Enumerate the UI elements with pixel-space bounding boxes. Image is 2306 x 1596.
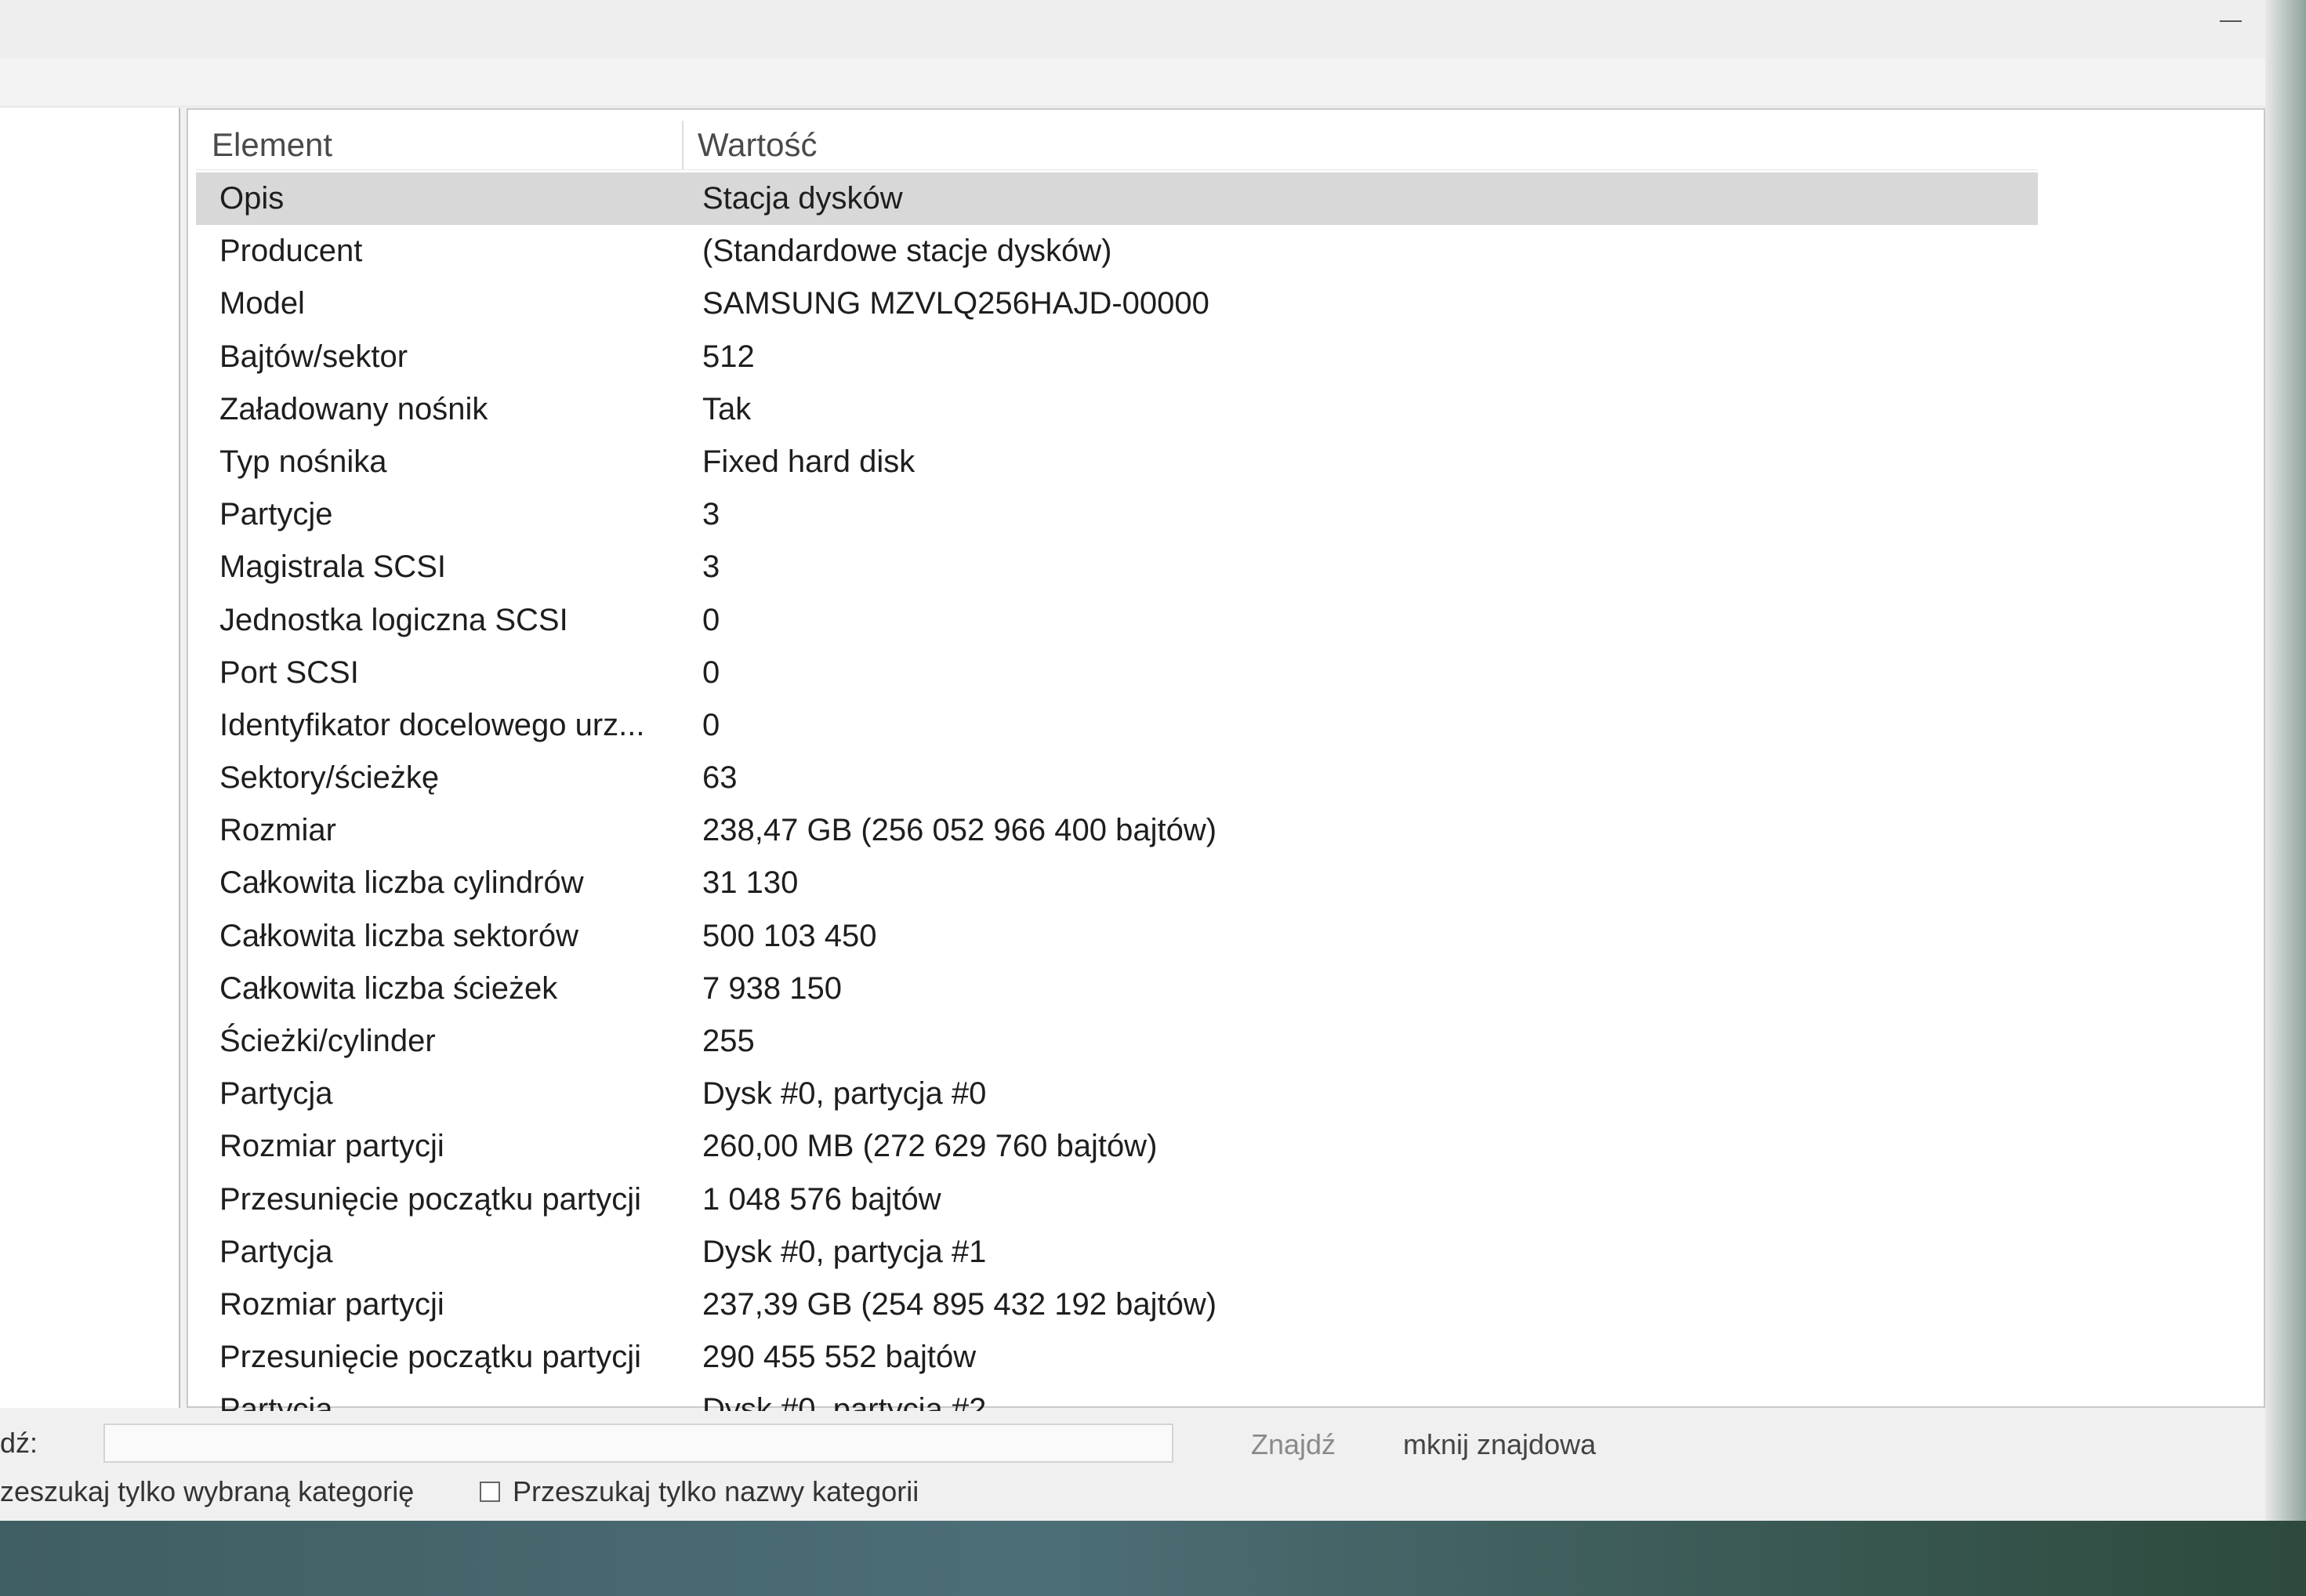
row-element-name: Przesunięcie początku partycji <box>219 1340 642 1375</box>
find-button[interactable]: Znajdź <box>1238 1425 1348 1464</box>
row-value: Dysk #0, partycja #0 <box>702 1076 987 1112</box>
row-element-name: Załadowany nośnik <box>219 391 488 426</box>
category-tree-pane[interactable] <box>0 108 180 1408</box>
row-element-name: Rozmiar partycji <box>219 1129 444 1164</box>
row-value: 0 <box>702 655 720 690</box>
row-value: Tak <box>702 391 752 426</box>
table-row[interactable]: Typ nośnika Fixed hard disk <box>196 436 2250 488</box>
table-row[interactable]: Załadowany nośnik Tak <box>196 383 2250 436</box>
row-value: 1 048 576 bajtów <box>702 1181 941 1217</box>
row-value: 0 <box>702 707 720 742</box>
row-element-name: Rozmiar <box>219 813 336 848</box>
column-header-element[interactable]: Element <box>212 121 683 169</box>
row-value: SAMSUNG MZVLQ256HAJD-00000 <box>702 286 1209 321</box>
row-value: Dysk #0, partycja #1 <box>702 1234 987 1269</box>
find-input[interactable] <box>103 1424 1173 1463</box>
row-value: 237,39 GB (254 895 432 192 bajtów) <box>702 1286 1217 1322</box>
row-value: 260,00 MB (272 629 760 bajtów) <box>702 1129 1158 1164</box>
row-element-name: Partycja <box>219 1076 333 1112</box>
row-element-name: Przesunięcie początku partycji <box>219 1181 642 1217</box>
row-value: Fixed hard disk <box>702 444 916 479</box>
row-value: 31 130 <box>702 865 799 901</box>
close-find-button[interactable]: mknij znajdowa <box>1403 1425 1623 1464</box>
row-element-name: Bajtów/sektor <box>219 339 408 374</box>
row-value: 500 103 450 <box>702 918 877 953</box>
table-row[interactable]: Przesunięcie początku partycji 1 048 576 … <box>196 1173 2250 1226</box>
table-row[interactable]: Rozmiar partycji 260,00 MB (272 629 760 b… <box>196 1120 2250 1173</box>
search-category-names-checkbox[interactable] <box>480 1482 500 1502</box>
table-row[interactable]: Producent (Standardowe stacje dysków) <box>196 225 2250 277</box>
table-row[interactable]: Przesunięcie początku partycji 290 455 55… <box>196 1331 2250 1384</box>
row-element-name: Rozmiar partycji <box>219 1286 444 1322</box>
table-row[interactable]: Magistrala SCSI 3 <box>196 541 2250 593</box>
column-header: Element Wartość <box>196 121 2038 170</box>
row-element-name: Partycje <box>219 497 333 532</box>
details-list[interactable]: Element Wartość Opis Stacja dysków Produce… <box>187 108 2265 1533</box>
row-value: 0 <box>702 602 720 637</box>
table-row[interactable]: Rozmiar 238,47 GB (256 052 966 400 bajtów… <box>196 804 2250 857</box>
row-value: Stacja dysków <box>702 181 903 216</box>
row-element-name: Całkowita liczba cylindrów <box>219 865 584 901</box>
system-information-window: Element Wartość Opis Stacja dysków Produce… <box>0 0 2265 1533</box>
row-element-name: Port SCSI <box>219 655 359 690</box>
find-label: dź: <box>0 1427 38 1459</box>
background-desk <box>0 1521 2306 1596</box>
find-bar: dź: Znajdź mknij znajdowa zeszukaj tylko… <box>0 1411 2265 1521</box>
table-row[interactable]: Całkowita liczba ścieżek 7 938 150 <box>196 963 2250 1015</box>
title-bar <box>0 0 2265 59</box>
row-element-name: Producent <box>219 234 363 269</box>
table-row[interactable]: Partycje 3 <box>196 488 2250 541</box>
row-value: 3 <box>702 497 720 532</box>
row-element-name: Typ nośnika <box>219 444 387 479</box>
row-value: 7 938 150 <box>702 970 842 1006</box>
row-element-name: Jednostka logiczna SCSI <box>219 602 568 637</box>
table-row[interactable]: Partycja Dysk #0, partycja #1 <box>196 1226 2250 1279</box>
table-row[interactable]: Ścieżki/cylinder 255 <box>196 1015 2250 1068</box>
row-value: 3 <box>702 550 720 585</box>
column-header-value[interactable]: Wartość <box>698 121 817 169</box>
table-row[interactable]: Identyfikator docelowego urz... 0 <box>196 699 2250 752</box>
row-value: (Standardowe stacje dysków) <box>702 234 1112 269</box>
table-row[interactable]: Port SCSI 0 <box>196 647 2250 699</box>
search-selected-category-checkbox-label[interactable]: zeszukaj tylko wybraną kategorię <box>0 1475 414 1508</box>
row-value: 238,47 GB (256 052 966 400 bajtów) <box>702 813 1217 848</box>
row-element-name: Ścieżki/cylinder <box>219 1024 436 1058</box>
row-value: 63 <box>702 760 738 796</box>
menu-bar <box>0 59 2265 107</box>
minimize-icon[interactable] <box>2220 20 2242 22</box>
row-element-name: Całkowita liczba sektorów <box>219 918 578 953</box>
table-row[interactable]: Całkowita liczba cylindrów 31 130 <box>196 857 2250 909</box>
row-element-name: Opis <box>219 181 285 216</box>
row-element-name: Całkowita liczba ścieżek <box>219 970 558 1006</box>
screen-edge <box>2265 0 2306 1521</box>
search-category-names-label[interactable]: Przeszukaj tylko nazwy kategorii <box>513 1475 919 1508</box>
row-element-name: Magistrala SCSI <box>219 550 446 585</box>
table-row[interactable]: Opis Stacja dysków <box>196 172 2038 226</box>
row-value: 290 455 552 bajtów <box>702 1340 977 1375</box>
row-element-name: Sektory/ścieżkę <box>219 760 440 796</box>
row-value: 512 <box>702 339 755 374</box>
table-row[interactable]: Jednostka logiczna SCSI 0 <box>196 594 2250 647</box>
table-row[interactable]: Partycja Dysk #0, partycja #0 <box>196 1068 2250 1120</box>
row-value: 255 <box>702 1024 755 1058</box>
table-row[interactable]: Bajtów/sektor 512 <box>196 331 2250 383</box>
details-rows: Opis Stacja dysków Producent (Standardowe s… <box>196 172 2250 1542</box>
table-row[interactable]: Całkowita liczba sektorów 500 103 450 <box>196 910 2250 963</box>
table-row[interactable]: Sektory/ścieżkę 63 <box>196 752 2250 804</box>
row-element-name: Model <box>219 286 305 321</box>
table-row[interactable]: Rozmiar partycji 237,39 GB (254 895 432 1… <box>196 1279 2250 1331</box>
table-row[interactable]: Model SAMSUNG MZVLQ256HAJD-00000 <box>196 277 2250 330</box>
row-element-name: Identyfikator docelowego urz... <box>219 707 645 742</box>
row-element-name: Partycja <box>219 1234 333 1269</box>
